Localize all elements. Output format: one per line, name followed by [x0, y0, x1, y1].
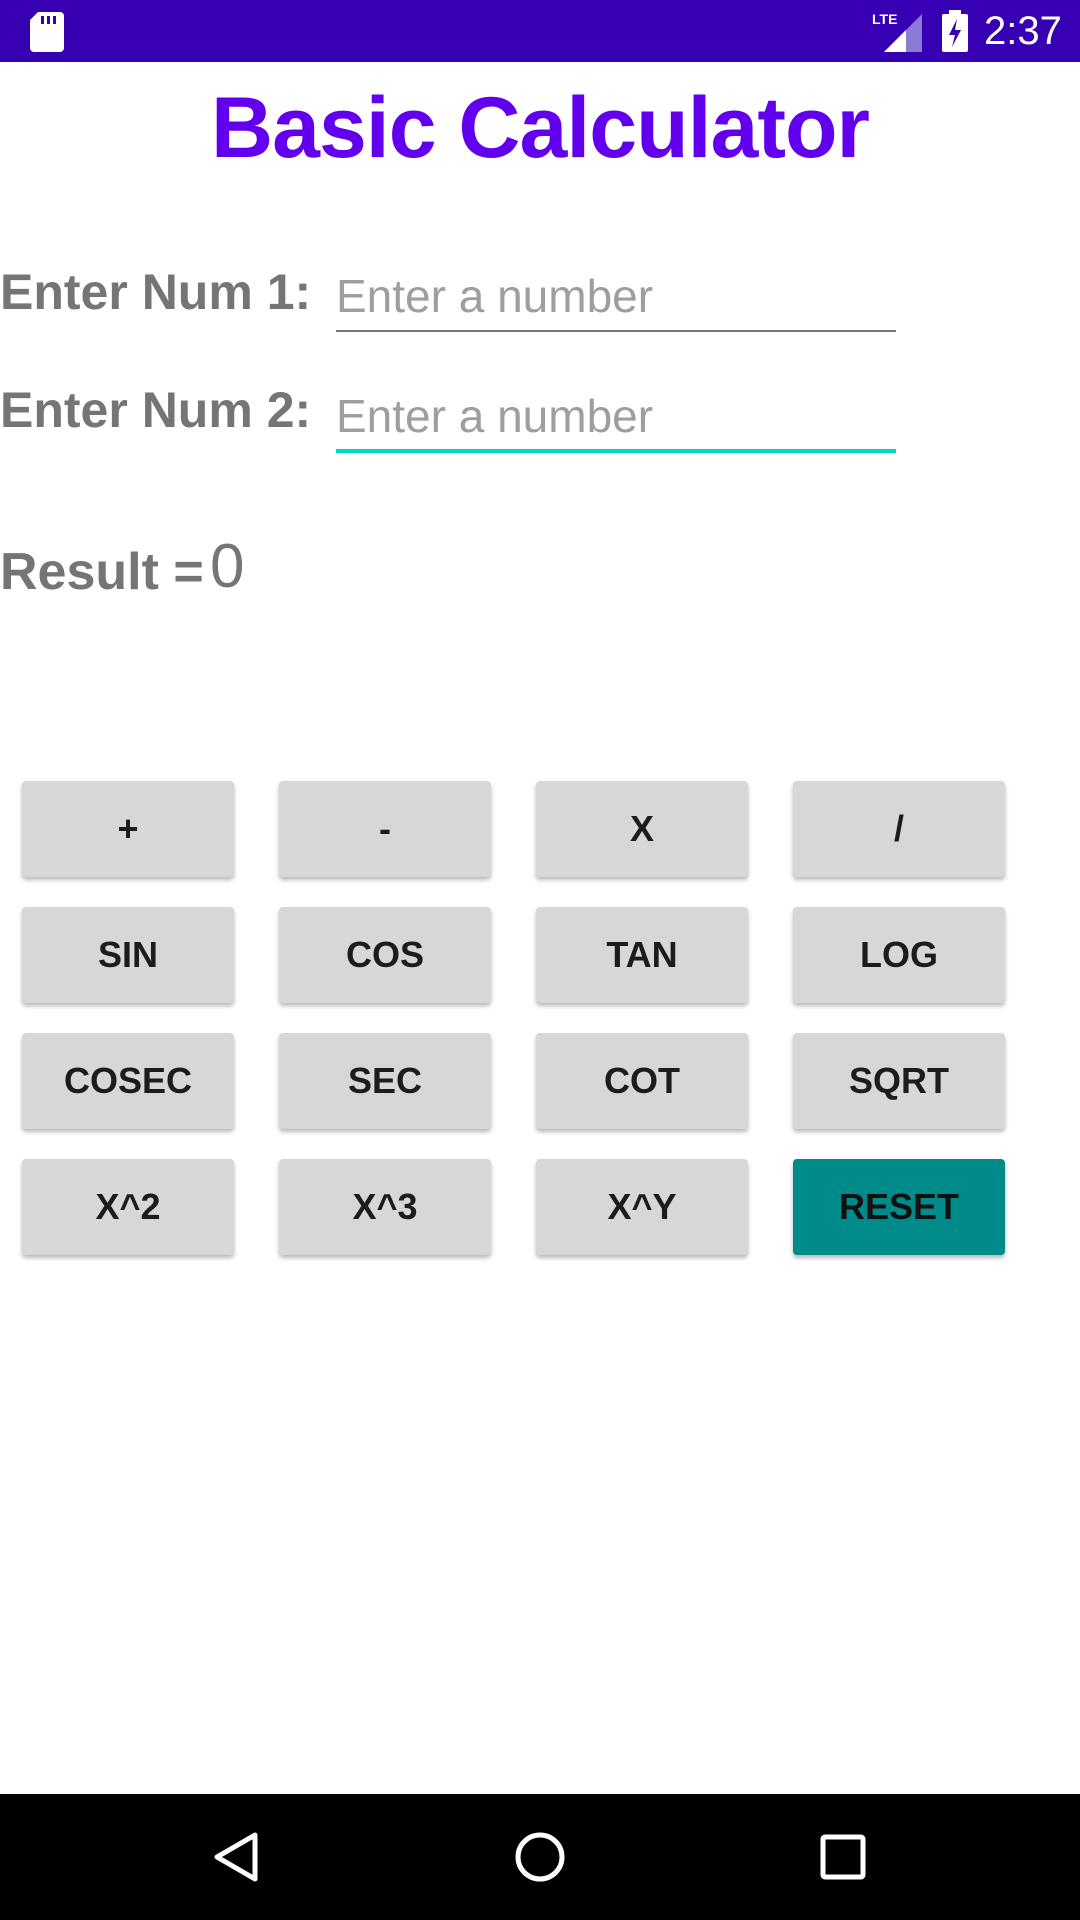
sin-button[interactable]: SIN [22, 907, 234, 1003]
calculator-screen: LTE 2:37 Basic Calculator Enter Num 1: E… [0, 0, 1080, 1920]
square-button[interactable]: X^2 [22, 1159, 234, 1255]
battery-charging-icon [942, 10, 968, 52]
back-icon[interactable] [207, 1827, 267, 1887]
sd-card-icon [30, 12, 64, 52]
status-bar: LTE 2:37 [0, 0, 1080, 62]
cosec-button[interactable]: COSEC [22, 1033, 234, 1129]
result-label: Result = [0, 543, 204, 601]
app-title: Basic Calculator [211, 80, 870, 176]
sqrt-button[interactable]: SQRT [793, 1033, 1005, 1129]
num2-label: Enter Num 2: [0, 382, 312, 438]
navigation-bar [0, 1794, 1080, 1920]
num2-input[interactable] [336, 383, 896, 453]
cos-button[interactable]: COS [279, 907, 491, 1003]
power-button[interactable]: X^Y [536, 1159, 748, 1255]
multiply-button[interactable]: X [536, 781, 748, 877]
log-button[interactable]: LOG [793, 907, 1005, 1003]
cot-button[interactable]: COT [536, 1033, 748, 1129]
home-icon[interactable] [510, 1827, 570, 1887]
num1-input[interactable] [336, 262, 896, 332]
tan-button[interactable]: TAN [536, 907, 748, 1003]
recents-icon[interactable] [813, 1827, 873, 1887]
num1-label: Enter Num 1: [0, 264, 312, 320]
divide-button[interactable]: / [793, 781, 1005, 877]
cube-button[interactable]: X^3 [279, 1159, 491, 1255]
sec-button[interactable]: SEC [279, 1033, 491, 1129]
add-button[interactable]: + [22, 781, 234, 877]
status-clock: 2:37 [984, 9, 1062, 53]
result-value: 0 [210, 532, 245, 601]
svg-text:LTE: LTE [872, 11, 897, 27]
subtract-button[interactable]: - [279, 781, 491, 877]
reset-button[interactable]: RESET [793, 1159, 1005, 1255]
lte-signal-icon: LTE [872, 11, 922, 52]
